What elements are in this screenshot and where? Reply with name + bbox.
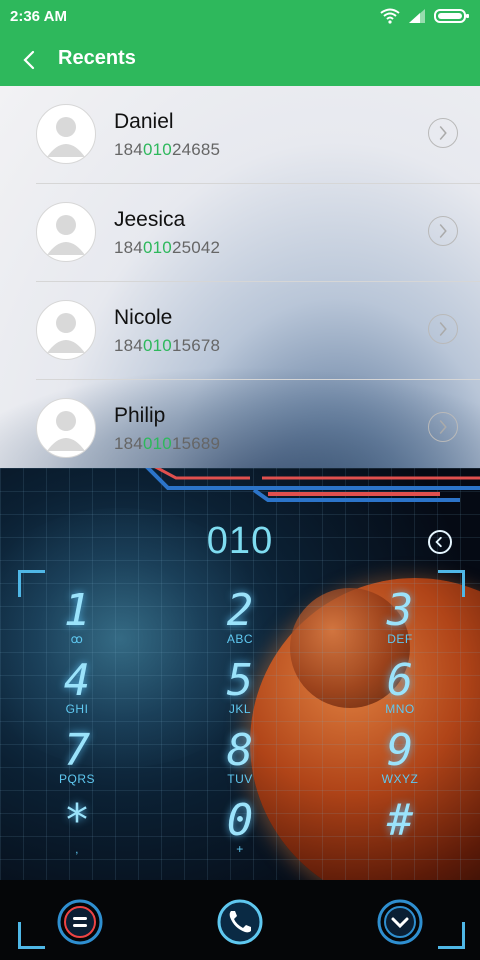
page-title: Recents	[58, 47, 136, 69]
contact-number: 18401015689	[114, 434, 221, 453]
key-8[interactable]: 8 TUV	[185, 728, 295, 798]
menu-icon[interactable]	[56, 898, 104, 946]
dial-display: 010	[206, 520, 274, 562]
contact-number: 18401015678	[114, 336, 221, 355]
dialer-panel: 010 1 ꝏ 2 ABC 3 DEF 4 GHI 5 JKL 6 MNO 7 …	[0, 468, 480, 960]
status-bar: 2:36 AM	[0, 0, 480, 34]
collapse-icon[interactable]	[376, 898, 424, 946]
key-letters: WXYZ	[381, 772, 419, 786]
key-digit: 8	[226, 725, 254, 776]
key-digit: 7	[63, 725, 91, 776]
recents-list: Daniel 18401024685 Jeesica 18401025042 N…	[0, 86, 480, 468]
contact-number: 18401025042	[114, 238, 221, 257]
key-letters: GHI	[65, 702, 89, 716]
battery-icon	[434, 9, 469, 23]
key-digit: #	[386, 795, 414, 846]
chevron-right-icon[interactable]	[428, 216, 458, 246]
back-arrow-icon[interactable]	[18, 48, 42, 72]
avatar	[36, 398, 96, 458]
key-4[interactable]: 4 GHI	[22, 658, 132, 728]
key-letters: JKL	[228, 702, 252, 716]
signal-icon	[409, 9, 425, 23]
status-time: 2:36 AM	[10, 8, 67, 25]
default-avatar-icon	[47, 411, 85, 451]
key-digit: 5	[226, 655, 254, 706]
key-digit: 9	[386, 725, 414, 776]
contact-name: Nicole	[114, 306, 173, 329]
voicemail-icon: ꝏ	[70, 632, 84, 646]
key-star[interactable]: * ,	[22, 798, 132, 868]
key-digit: 6	[386, 655, 414, 706]
corner-bracket-bottom-right	[438, 922, 465, 949]
phone-icon[interactable]	[216, 898, 264, 946]
chevron-right-icon[interactable]	[428, 314, 458, 344]
contact-number: 18401024685	[114, 140, 221, 159]
recent-item-philip[interactable]: Philip 18401015689	[0, 380, 480, 468]
key-letters: MNO	[385, 702, 415, 716]
key-2[interactable]: 2 ABC	[185, 588, 295, 658]
default-avatar-icon	[47, 215, 85, 255]
chevron-right-icon[interactable]	[428, 412, 458, 442]
corner-bracket-top-left	[18, 570, 45, 597]
avatar	[36, 300, 96, 360]
key-digit: 4	[63, 655, 91, 706]
key-9[interactable]: 9 WXYZ	[345, 728, 455, 798]
key-7[interactable]: 7 PQRS	[22, 728, 132, 798]
recent-item-daniel[interactable]: Daniel 18401024685	[0, 86, 480, 184]
frame-decoration	[145, 468, 480, 502]
default-avatar-icon	[47, 117, 85, 157]
wifi-icon	[380, 8, 400, 24]
backspace-icon[interactable]	[428, 530, 452, 554]
contact-name: Philip	[114, 404, 166, 427]
key-letters: ABC	[226, 632, 254, 646]
contact-name: Daniel	[114, 110, 174, 133]
key-pound[interactable]: #	[345, 798, 455, 868]
key-digit: *	[63, 795, 91, 846]
key-0[interactable]: 0 +	[185, 798, 295, 868]
key-digit: 0	[226, 795, 254, 846]
status-icons	[380, 8, 470, 24]
key-digit: 2	[226, 585, 254, 636]
key-letters: DEF	[387, 632, 413, 646]
avatar	[36, 202, 96, 262]
chevron-right-icon[interactable]	[428, 118, 458, 148]
key-letters: PQRS	[58, 772, 95, 786]
key-6[interactable]: 6 MNO	[345, 658, 455, 728]
corner-bracket-bottom-left	[18, 922, 45, 949]
key-3[interactable]: 3 DEF	[345, 588, 455, 658]
avatar	[36, 104, 96, 164]
recent-item-jeesica[interactable]: Jeesica 18401025042	[0, 184, 480, 282]
key-1[interactable]: 1 ꝏ	[22, 588, 132, 658]
key-letters: TUV	[227, 772, 253, 786]
key-letters: ,	[75, 842, 79, 856]
key-letters: +	[236, 842, 244, 856]
app-bar: Recents	[0, 34, 480, 86]
contact-name: Jeesica	[114, 208, 186, 231]
key-5[interactable]: 5 JKL	[185, 658, 295, 728]
default-avatar-icon	[47, 313, 85, 353]
corner-bracket-top-right	[438, 570, 465, 597]
recent-item-nicole[interactable]: Nicole 18401015678	[0, 282, 480, 380]
